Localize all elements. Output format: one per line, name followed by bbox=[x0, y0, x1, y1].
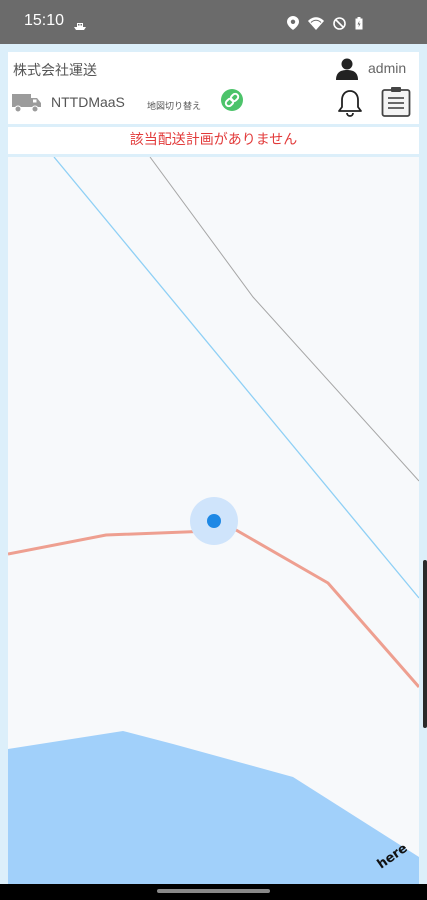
clipboard-icon[interactable] bbox=[381, 86, 411, 122]
company-name: 株式会社運送 bbox=[13, 63, 97, 79]
vehicle-name: NTTDMaaS bbox=[51, 94, 125, 110]
no-delivery-plan-notice: 該当配送計画がありません bbox=[8, 127, 419, 154]
truck-icon bbox=[12, 92, 42, 118]
status-time: 15:10 bbox=[24, 12, 65, 29]
user-icon[interactable] bbox=[335, 57, 359, 85]
username[interactable]: admin bbox=[368, 60, 406, 76]
navigation-bar bbox=[0, 884, 427, 900]
map-switch-button[interactable] bbox=[221, 89, 243, 111]
map-switch-label: 地図切り替え bbox=[147, 102, 202, 112]
bell-icon[interactable] bbox=[337, 89, 363, 121]
do-not-disturb-icon bbox=[333, 15, 346, 34]
wifi-icon bbox=[307, 15, 324, 34]
map-road-red bbox=[8, 528, 419, 688]
scrollbar-handle[interactable] bbox=[423, 560, 427, 728]
status-bar: 15:10 bbox=[0, 0, 427, 44]
current-location-dot bbox=[207, 514, 221, 528]
battery-icon bbox=[355, 15, 363, 34]
map-road-gray bbox=[149, 157, 419, 482]
app-frame: 株式会社運送 admin NTTDMaaS 地図切り替え 該当配送計画がありませ… bbox=[0, 44, 427, 884]
map-water-area bbox=[8, 731, 419, 884]
app-header: 株式会社運送 admin NTTDMaaS 地図切り替え bbox=[8, 52, 419, 124]
boat-icon bbox=[73, 16, 87, 35]
map-view[interactable]: here bbox=[8, 157, 419, 884]
home-gesture-handle[interactable] bbox=[157, 889, 270, 893]
location-icon bbox=[286, 15, 299, 34]
status-icons bbox=[283, 15, 363, 34]
link-icon bbox=[224, 92, 240, 108]
